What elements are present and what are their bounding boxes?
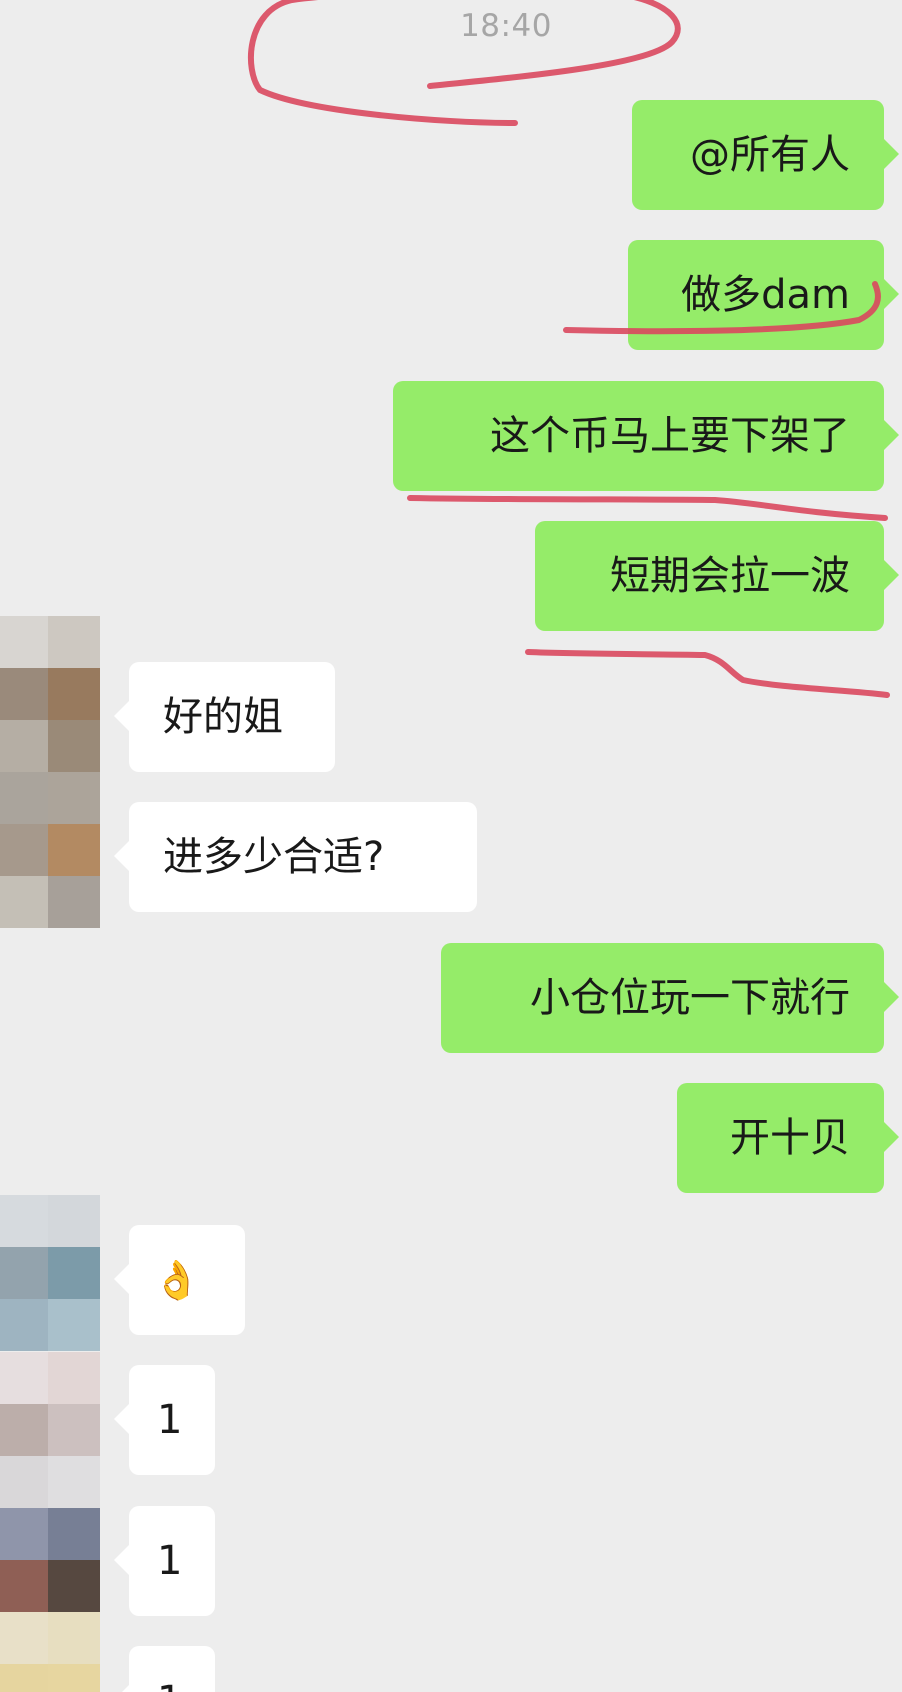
- avatar-pixel: [0, 1560, 48, 1612]
- incoming-message-bubble[interactable]: 好的姐: [114, 662, 335, 772]
- avatar-pixel: [48, 824, 100, 876]
- avatar-pixel: [48, 1247, 100, 1299]
- message-text: 1: [157, 1397, 183, 1443]
- avatar-pixel: [0, 1612, 48, 1664]
- avatar-pixel: [48, 1299, 100, 1351]
- underline-annotation-delist: [407, 495, 888, 521]
- avatar-pixel: [0, 1352, 48, 1404]
- avatar-pixel: [48, 772, 100, 824]
- outgoing-message-bubble[interactable]: 开十贝: [677, 1083, 899, 1193]
- outgoing-message-bubble[interactable]: @所有人: [632, 100, 899, 210]
- avatar-pixel: [0, 1456, 48, 1508]
- incoming-message-bubble[interactable]: 进多少合适?: [114, 802, 477, 912]
- message-text: 进多少合适?: [163, 834, 385, 880]
- incoming-message-bubble[interactable]: 👌: [114, 1225, 245, 1335]
- message-text: 1: [157, 1538, 183, 1584]
- avatar-pixel: [48, 1352, 100, 1404]
- avatar-pixel: [48, 1195, 100, 1247]
- message-timestamp: 18:40: [460, 8, 552, 44]
- chat-screen: 18:40 @所有人 做多dam 这个币马上要下架了 短期会拉一波 好的姐 进多…: [0, 0, 902, 1692]
- avatar-pixel: [0, 1195, 48, 1247]
- avatar-pixel: [0, 1404, 48, 1456]
- contact-avatar[interactable]: [0, 1195, 100, 1355]
- avatar-pixel: [0, 1508, 48, 1560]
- avatar-pixel: [0, 668, 48, 720]
- contact-avatar[interactable]: [0, 1352, 100, 1508]
- avatar-pixel: [48, 720, 100, 772]
- avatar-pixel: [0, 616, 48, 668]
- incoming-message-bubble[interactable]: 1: [114, 1646, 215, 1692]
- avatar-pixel: [0, 1299, 48, 1351]
- outgoing-message-bubble[interactable]: 这个币马上要下架了: [393, 381, 899, 491]
- avatar-pixel: [0, 876, 48, 928]
- message-text: 做多dam: [681, 272, 850, 318]
- message-text: 好的姐: [163, 694, 283, 740]
- message-text: 短期会拉一波: [610, 553, 850, 599]
- incoming-message-bubble[interactable]: 1: [114, 1365, 215, 1475]
- avatar-pixel: [48, 1456, 100, 1508]
- avatar-pixel: [48, 1612, 100, 1664]
- avatar-pixel: [0, 1247, 48, 1299]
- message-text: 1: [157, 1678, 182, 1692]
- message-text: 小仓位玩一下就行: [530, 975, 850, 1021]
- contact-avatar[interactable]: [0, 616, 100, 932]
- avatar-pixel: [48, 1508, 100, 1560]
- outgoing-message-bubble[interactable]: 做多dam: [628, 240, 899, 350]
- avatar-pixel: [48, 1664, 100, 1692]
- avatar-pixel: [0, 824, 48, 876]
- avatar-pixel: [48, 1404, 100, 1456]
- outgoing-message-bubble[interactable]: 短期会拉一波: [535, 521, 899, 631]
- avatar-pixel: [0, 720, 48, 772]
- outgoing-message-bubble[interactable]: 小仓位玩一下就行: [441, 943, 899, 1053]
- underline-annotation-pump: [525, 649, 890, 698]
- incoming-message-bubble[interactable]: 1: [114, 1506, 215, 1616]
- message-text: 开十贝: [730, 1115, 850, 1161]
- avatar-pixel: [48, 616, 100, 668]
- avatar-pixel: [48, 668, 100, 720]
- avatar-pixel: [48, 876, 100, 928]
- message-text: @所有人: [690, 132, 850, 178]
- contact-avatar[interactable]: [0, 1508, 100, 1692]
- message-text: 这个币马上要下架了: [490, 413, 850, 459]
- avatar-pixel: [48, 1560, 100, 1612]
- avatar-pixel: [0, 1664, 48, 1692]
- avatar-pixel: [0, 772, 48, 824]
- ok-hand-icon: 👌: [153, 1258, 201, 1302]
